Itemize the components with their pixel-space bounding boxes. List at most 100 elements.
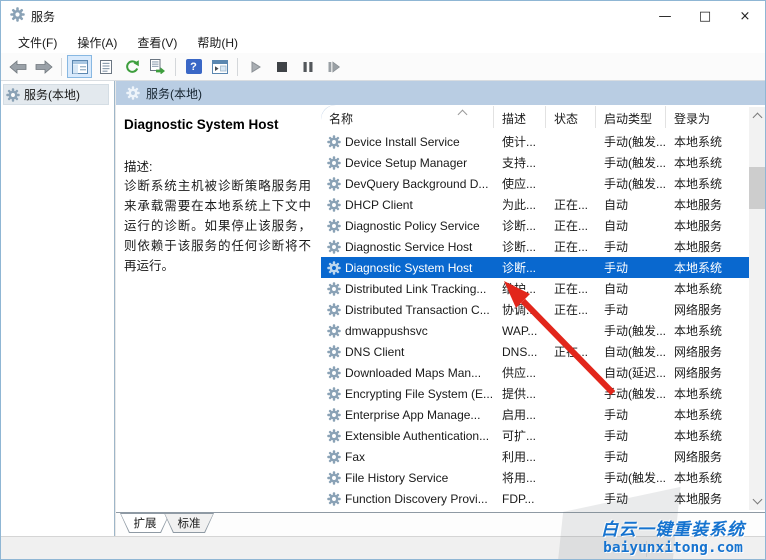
table-row[interactable]: Downloaded Maps Man... 供应... 自动(延迟... 网络… <box>321 362 765 383</box>
column-header-name[interactable]: 名称 <box>321 106 494 128</box>
service-description-cell: 诊断... <box>494 238 546 255</box>
menu-help[interactable]: 帮助(H) <box>188 32 247 53</box>
show-console-tree-button[interactable] <box>67 55 92 78</box>
close-button[interactable]: × <box>725 1 765 31</box>
service-name-cell: Enterprise App Manage... <box>321 408 494 422</box>
service-name-cell: File History Service <box>321 471 494 485</box>
table-row[interactable]: Diagnostic Service Host 诊断... 正在... 手动 本… <box>321 236 765 257</box>
stop-service-button[interactable] <box>269 55 294 78</box>
chevron-up-icon <box>754 114 761 121</box>
table-row[interactable]: Distributed Link Tracking... 维护... 正在...… <box>321 278 765 299</box>
table-row[interactable]: Extensible Authentication... 可扩... 手动 本地… <box>321 425 765 446</box>
services-gear-icon <box>6 88 20 102</box>
service-logon-cell: 本地系统 <box>666 427 736 444</box>
table-row[interactable]: Fax 利用... 手动 网络服务 <box>321 446 765 467</box>
menu-view[interactable]: 查看(V) <box>128 32 186 53</box>
forward-button[interactable] <box>31 55 56 78</box>
tab-extended[interactable]: 扩展 <box>120 513 170 533</box>
table-row[interactable]: Device Setup Manager 支持... 手动(触发... 本地系统 <box>321 152 765 173</box>
service-logon-cell: 本地服务 <box>666 217 736 234</box>
service-name-cell: Distributed Link Tracking... <box>321 282 494 296</box>
service-description-cell: 提供... <box>494 385 546 402</box>
menu-bar: 文件(F) 操作(A) 查看(V) 帮助(H) <box>1 31 765 53</box>
service-name-cell: Device Setup Manager <box>321 156 494 170</box>
service-name-cell: dmwappushsvc <box>321 324 494 338</box>
service-logon-cell: 本地系统 <box>666 322 736 339</box>
service-description-cell: 诊断... <box>494 259 546 276</box>
table-header: 名称 描述 状态 启动类型 登录为 <box>321 105 765 131</box>
services-window: 服务 — □ × 文件(F) 操作(A) 查看(V) 帮助(H) <box>0 0 766 560</box>
help-button[interactable]: ? <box>181 55 206 78</box>
table-row[interactable]: Encrypting File System (E... 提供... 手动(触发… <box>321 383 765 404</box>
column-header-logon-as[interactable]: 登录为 <box>666 106 736 128</box>
service-name: Distributed Transaction C... <box>345 303 490 317</box>
service-name: DevQuery Background D... <box>345 177 488 191</box>
properties-button[interactable] <box>93 55 118 78</box>
service-status-cell: 正在... <box>546 343 596 360</box>
service-logon-cell: 本地系统 <box>666 280 736 297</box>
service-startup-type-cell: 自动 <box>596 196 666 213</box>
export-list-icon <box>149 59 166 74</box>
column-header-startup-type[interactable]: 启动类型 <box>596 106 666 128</box>
service-name: Diagnostic System Host <box>345 261 472 275</box>
menu-action[interactable]: 操作(A) <box>68 32 126 53</box>
table-row[interactable]: DevQuery Background D... 使应... 手动(触发... … <box>321 173 765 194</box>
menu-file[interactable]: 文件(F) <box>9 32 66 53</box>
service-startup-type-cell: 自动 <box>596 280 666 297</box>
service-startup-type-cell: 手动 <box>596 448 666 465</box>
maximize-button[interactable]: □ <box>685 1 725 31</box>
service-name-cell: DHCP Client <box>321 198 494 212</box>
service-name: Extensible Authentication... <box>345 429 489 443</box>
pause-service-button[interactable] <box>295 55 320 78</box>
refresh-button[interactable] <box>119 55 144 78</box>
toolbar-separator <box>237 58 238 76</box>
service-name: Function Discovery Provi... <box>345 492 488 506</box>
extended-view-button[interactable] <box>207 55 232 78</box>
service-name-cell: Function Discovery Provi... <box>321 492 494 506</box>
back-button[interactable] <box>5 55 30 78</box>
service-name-cell: Fax <box>321 450 494 464</box>
scroll-down-button[interactable] <box>749 493 765 510</box>
service-startup-type-cell: 自动(延迟... <box>596 364 666 381</box>
service-status-cell: 正在... <box>546 301 596 318</box>
service-gear-icon <box>327 282 341 296</box>
service-name: Distributed Link Tracking... <box>345 282 486 296</box>
column-header-status[interactable]: 状态 <box>546 106 596 128</box>
tree-item-label: 服务(本地) <box>24 86 80 103</box>
restart-service-button[interactable] <box>321 55 346 78</box>
service-logon-cell: 网络服务 <box>666 301 736 318</box>
service-description-cell: 启用... <box>494 406 546 423</box>
column-header-description[interactable]: 描述 <box>494 106 546 128</box>
scrollbar-thumb[interactable] <box>749 167 765 209</box>
tree-item-services-local[interactable]: 服务(本地) <box>3 84 109 105</box>
service-logon-cell: 本地系统 <box>666 154 736 171</box>
service-name: Diagnostic Service Host <box>345 240 472 254</box>
service-gear-icon <box>327 219 341 233</box>
status-bar <box>1 536 765 560</box>
table-row[interactable]: Enterprise App Manage... 启用... 手动 本地系统 <box>321 404 765 425</box>
table-row[interactable]: Function Discovery Provi... FDP... 手动 本地… <box>321 488 765 509</box>
vertical-scrollbar[interactable] <box>749 107 765 510</box>
table-row[interactable]: DNS Client DNS... 正在... 自动(触发... 网络服务 <box>321 341 765 362</box>
start-service-button[interactable] <box>243 55 268 78</box>
table-row[interactable]: Device Install Service 使计... 手动(触发... 本地… <box>321 131 765 152</box>
minimize-button[interactable]: — <box>645 1 685 31</box>
table-row[interactable]: Distributed Transaction C... 协调... 正在...… <box>321 299 765 320</box>
table-row[interactable]: File History Service 将用... 手动(触发... 本地系统 <box>321 467 765 488</box>
services-gear-icon <box>126 86 140 100</box>
table-row[interactable]: dmwappushsvc WAP... 手动(触发... 本地系统 <box>321 320 765 341</box>
service-startup-type-cell: 手动(触发... <box>596 175 666 192</box>
service-logon-cell: 本地系统 <box>666 469 736 486</box>
service-gear-icon <box>327 261 341 275</box>
stop-service-icon <box>277 62 287 72</box>
service-gear-icon <box>327 450 341 464</box>
table-row[interactable]: Diagnostic Policy Service 诊断... 正在... 自动… <box>321 215 765 236</box>
service-detail-pane: Diagnostic System Host 描述: 诊断系统主机被诊断策略服务… <box>116 105 321 512</box>
pause-service-icon <box>303 61 313 73</box>
table-row[interactable]: Diagnostic System Host 诊断... 手动 本地系统 <box>321 257 765 278</box>
export-list-button[interactable] <box>145 55 170 78</box>
tab-standard[interactable]: 标准 <box>164 513 214 533</box>
table-row[interactable]: DHCP Client 为此... 正在... 自动 本地服务 <box>321 194 765 215</box>
scroll-up-button[interactable] <box>749 107 765 124</box>
service-name: Fax <box>345 450 365 464</box>
